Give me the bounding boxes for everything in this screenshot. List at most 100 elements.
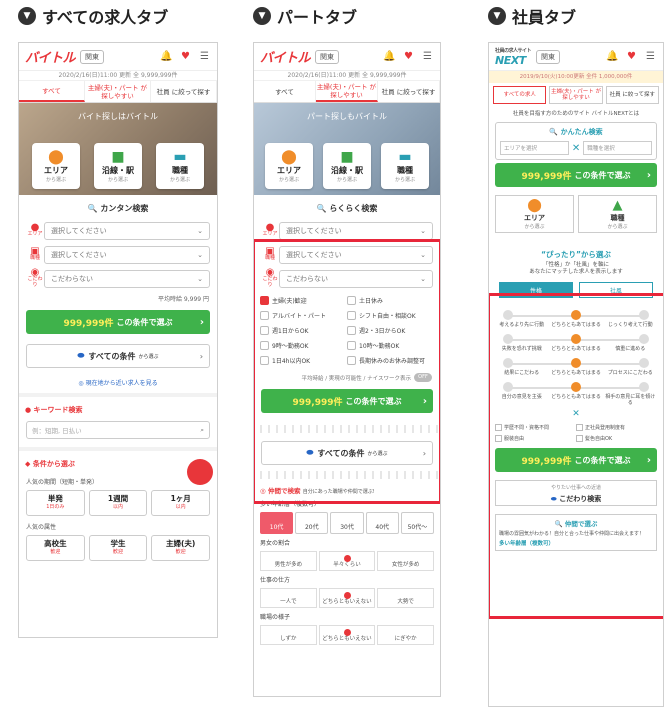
period-single-button[interactable]: 単発 1日のみ (26, 490, 85, 516)
cat-title: 沿線・駅 (102, 166, 134, 175)
logo[interactable]: バイトル (25, 47, 76, 66)
tab-all[interactable]: すべての求人 (493, 86, 547, 104)
hero-banner: パート探しもバイトル ⬤ エリア から選ぶ ■ 沿線・駅 から選ぶ ▬ 職種 か… (254, 103, 440, 195)
nearby-link[interactable]: ◎ 現在地から近い求人を見る (19, 372, 217, 393)
search-icon: ⌕ (200, 425, 204, 434)
pref-label: ◉ こだわり (27, 267, 43, 289)
heart-icon[interactable]: ♥ (179, 50, 192, 63)
category-area[interactable]: ⬤ エリア から選ぶ (265, 143, 313, 189)
cat-title: エリア (277, 166, 301, 175)
age-10s[interactable]: 10代 (260, 512, 294, 534)
bag-icon: ▬ (173, 149, 187, 165)
next-banner[interactable]: 社員を目指す方のためのサイト バイトルNEXTとは (489, 107, 663, 119)
menu-icon[interactable]: ☰ (198, 50, 211, 63)
area-select[interactable]: エリアを選択 (500, 141, 569, 155)
vibe-neutral[interactable]: どちらともいえない (318, 625, 376, 645)
pittari-title: “ぴったり”から選ぶ (541, 250, 611, 259)
cat-sub: から選ぶ (278, 177, 299, 183)
column-header: ▼ すべての求人タブ (18, 0, 218, 32)
highlight-box (254, 239, 440, 504)
train-icon: ■ (111, 149, 125, 165)
region-select[interactable]: 関東 (80, 49, 105, 64)
tab-shain[interactable]: 社員 に絞って探す (378, 81, 440, 102)
attr-student-button[interactable]: 学生 歓迎 (88, 535, 148, 561)
cat-title: エリア (44, 166, 68, 175)
period-month-button[interactable]: 1ヶ月 以内 (151, 490, 211, 516)
tab-part[interactable]: 主婦(夫)・パート が探しやすい (549, 86, 603, 104)
category-job[interactable]: ▬ 職種 から選ぶ (156, 143, 204, 189)
period-week-button[interactable]: 1週間 以内 (88, 490, 148, 516)
column-header: ▼ パートタブ (253, 0, 441, 32)
region-select[interactable]: 関東 (536, 49, 561, 64)
top-bar: 社員の求人サイト NEXT 関東 🔔 ♥ ☰ (489, 43, 663, 71)
vibe-lively[interactable]: にぎやか (377, 625, 435, 645)
bell-icon[interactable]: 🔔 (383, 50, 396, 63)
area-label: ● エリア (27, 222, 43, 238)
hero-caption: バイト探しはバイトル (78, 112, 158, 121)
age-50s[interactable]: 50代〜 (400, 512, 435, 534)
train-icon: ■ (340, 149, 354, 165)
tab-shain[interactable]: 社員 に絞って探す (151, 81, 217, 102)
job-select[interactable]: 職種を選択 (583, 141, 653, 155)
hero-caption: パート探しもバイトル (307, 112, 387, 121)
job-select[interactable]: 選択してください ⌄ (44, 246, 210, 264)
area-select[interactable]: 選択してください ⌄ (279, 222, 433, 240)
menu-icon[interactable]: ☰ (421, 50, 434, 63)
cat-sub: から選ぶ (394, 177, 415, 183)
pin-icon: ⬤ (281, 149, 297, 165)
region-select[interactable]: 関東 (315, 49, 340, 64)
bell-icon[interactable]: 🔔 (606, 50, 619, 63)
gender-male[interactable]: 男性が多め (260, 551, 317, 571)
tab-all[interactable]: すべて (254, 81, 316, 102)
heart-icon[interactable]: ♥ (625, 50, 638, 63)
heart-icon[interactable]: ♥ (402, 50, 415, 63)
all-conditions-button[interactable]: ⬬ すべての条件 から選ぶ (26, 344, 210, 368)
cat-sub: から選ぶ (45, 177, 66, 183)
work-group[interactable]: 大勢で (377, 588, 435, 608)
area-select[interactable]: 選択してください ⌄ (44, 222, 210, 240)
work-alone[interactable]: 一人で (260, 588, 317, 608)
pin-icon: ⬤ (48, 149, 64, 165)
logo[interactable]: 社員の求人サイト NEXT (495, 47, 532, 67)
tab-bar: すべての求人 主婦(夫)・パート が探しやすい 社員 に絞って探す (489, 83, 663, 107)
shirt-icon: ▲ (612, 198, 623, 213)
tab-all[interactable]: すべて (19, 81, 85, 102)
attr-highschool-button[interactable]: 高校生 歓迎 (26, 535, 85, 561)
column-all-jobs: ▼ すべての求人タブ バイトル 関東 🔔 ♥ ☰ 2020/2/16(日)11:… (18, 0, 218, 638)
update-line: 2019/9/10(火)10:00更新 全件 1,000,000件 (489, 71, 663, 83)
work-neutral[interactable]: どちらともいえない (318, 588, 376, 608)
cat-title: 職種 (397, 166, 413, 175)
area-label: ● エリア (262, 222, 278, 238)
gender-female[interactable]: 女性が多め (377, 551, 435, 571)
menu-icon[interactable]: ☰ (644, 50, 657, 63)
search-title: 🔍 らくらく検索 (316, 204, 378, 213)
search-submit-button[interactable]: 999,999件 この条件で選ぶ (26, 310, 210, 334)
bell-icon[interactable]: 🔔 (160, 50, 173, 63)
pref-select[interactable]: こだわらない ⌄ (44, 270, 210, 288)
gender-label: 男女の割合 (260, 540, 291, 547)
gender-half[interactable]: 半々くらい (318, 551, 376, 571)
pittari-sub2: あなたにマッチした求人を表示します (529, 269, 623, 275)
category-job[interactable]: ▬ 職種 から選ぶ (381, 143, 429, 189)
attr-label: 人気の属性 (26, 524, 57, 531)
search-submit-button[interactable]: 999,999件 この条件で選ぶ (495, 163, 657, 187)
tab-part[interactable]: 主婦(夫)・パート が探しやすい (316, 81, 378, 102)
update-line: 2020/2/16(日)11:00 更新 全 9,999,999件 (254, 71, 440, 81)
category-station[interactable]: ■ 沿線・駅 から選ぶ (323, 143, 371, 189)
category-job[interactable]: ▲ 職種 から選ぶ (578, 195, 657, 233)
search-title-text: らくらく検索 (329, 204, 378, 213)
column-title: 社員タブ (512, 8, 577, 27)
attr-housewife-button[interactable]: 主婦(夫) 歓迎 (151, 535, 211, 561)
tab-part[interactable]: 主婦(夫)・パート が探しやすい (85, 81, 151, 102)
category-area[interactable]: ⬤ エリア から選ぶ (495, 195, 574, 233)
age-20s[interactable]: 20代 (295, 512, 329, 534)
category-station[interactable]: ■ 沿線・駅 から選ぶ (94, 143, 142, 189)
category-area[interactable]: ⬤ エリア から選ぶ (32, 143, 80, 189)
keyword-input[interactable]: 例：短期, 日払い ⌕ (26, 421, 210, 439)
easy-search-box: 🔍 かんたん検索 エリアを選択 ✕ 職種を選択 (495, 122, 657, 160)
age-30s[interactable]: 30代 (330, 512, 364, 534)
tab-shain[interactable]: 社員 に絞って探す (605, 86, 659, 104)
logo[interactable]: バイトル (260, 47, 311, 66)
vibe-quiet[interactable]: しずか (260, 625, 317, 645)
age-40s[interactable]: 40代 (365, 512, 399, 534)
